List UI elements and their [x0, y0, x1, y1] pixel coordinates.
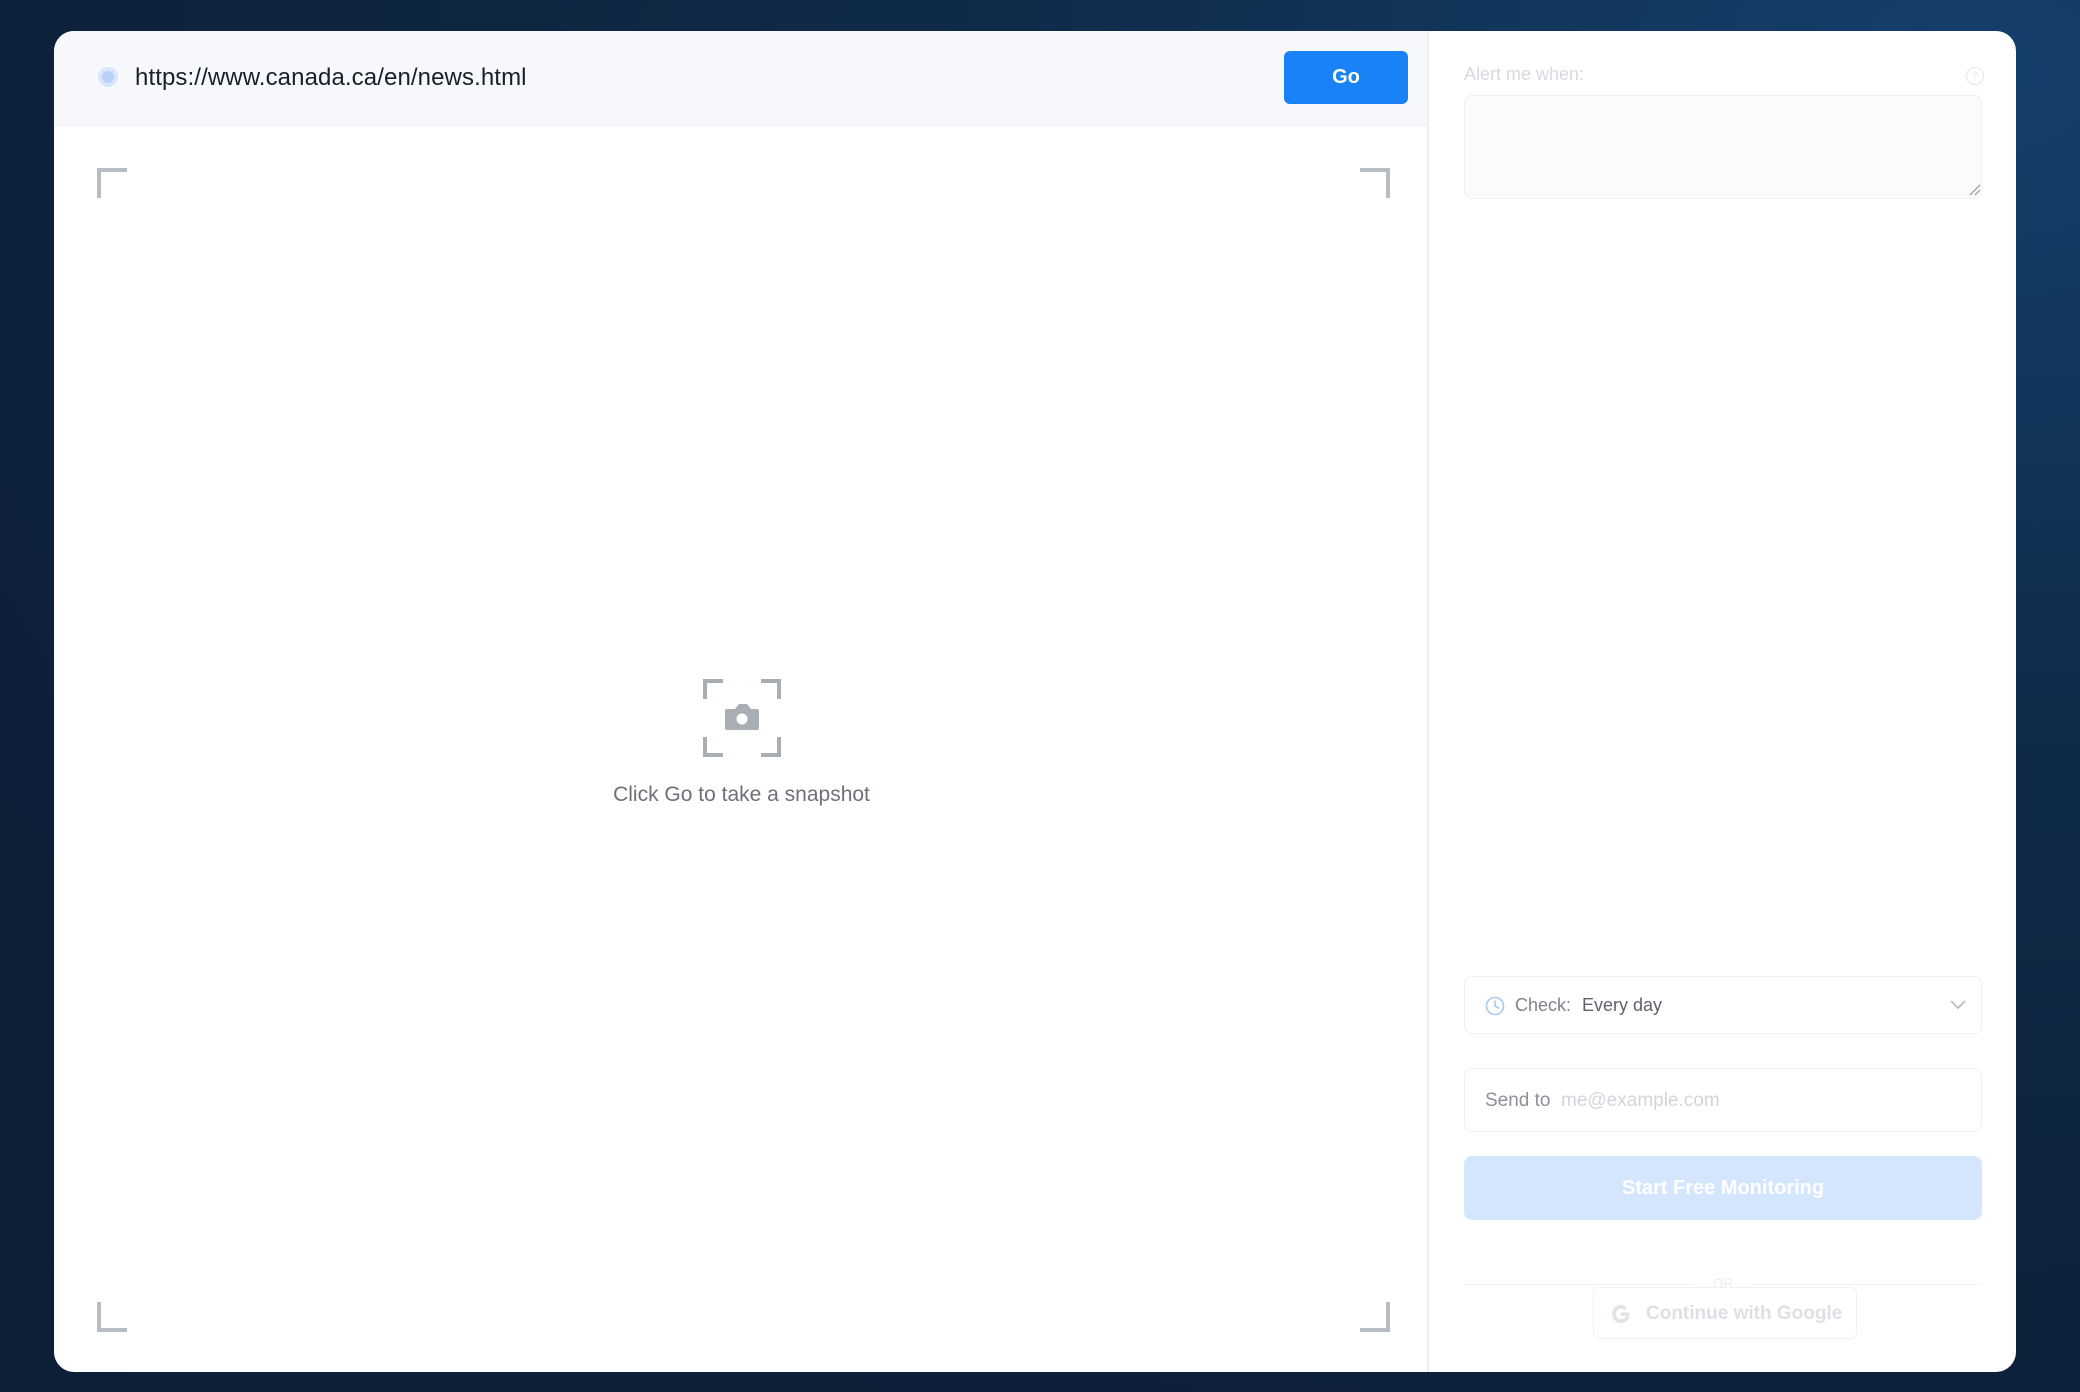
- clock-icon: [1485, 996, 1505, 1016]
- google-button-label: Continue with Google: [1646, 1303, 1843, 1324]
- email-field[interactable]: [1561, 1083, 1961, 1119]
- camera-icon: [702, 679, 781, 757]
- frame-corner-top-left: [97, 168, 127, 198]
- monitor-card: https://www.canada.ca/en/news.html Go Cl…: [54, 31, 2016, 1372]
- send-to-field: Send to: [1464, 1068, 1982, 1132]
- url-input[interactable]: https://www.canada.ca/en/news.html: [135, 62, 527, 94]
- go-button[interactable]: Go: [1284, 51, 1408, 104]
- check-frequency-select[interactable]: Check: Every day: [1464, 976, 1982, 1034]
- frame-corner-bottom-right: [1360, 1302, 1390, 1332]
- chevron-down-icon: [1950, 1000, 1966, 1010]
- site-favicon-icon: [98, 67, 118, 87]
- frame-corner-bottom-left: [97, 1302, 127, 1332]
- snapshot-pane: https://www.canada.ca/en/news.html Go Cl…: [54, 31, 1429, 1372]
- alert-condition-field[interactable]: [1464, 95, 1982, 199]
- check-frequency-value: Every day: [1582, 995, 1663, 1015]
- frame-corner-top-right: [1360, 168, 1390, 198]
- continue-with-google-button[interactable]: Continue with Google: [1593, 1287, 1857, 1339]
- send-to-label: Send to: [1485, 1090, 1551, 1111]
- url-bar: https://www.canada.ca/en/news.html Go: [54, 31, 1427, 126]
- help-icon[interactable]: ?: [1966, 67, 1984, 85]
- snapshot-empty-message: Click Go to take a snapshot: [613, 783, 870, 806]
- resize-grip-icon[interactable]: [1967, 182, 1981, 196]
- start-monitoring-button[interactable]: Start Free Monitoring: [1464, 1156, 1982, 1220]
- snapshot-empty-state: Click Go to take a snapshot: [54, 679, 1429, 807]
- google-icon: [1612, 1305, 1630, 1323]
- alert-label: Alert me when:: [1464, 64, 1585, 84]
- monitor-form-pane: Alert me when: ? Check: Every day Send t…: [1429, 31, 2016, 1372]
- check-label: Check:: [1515, 995, 1572, 1015]
